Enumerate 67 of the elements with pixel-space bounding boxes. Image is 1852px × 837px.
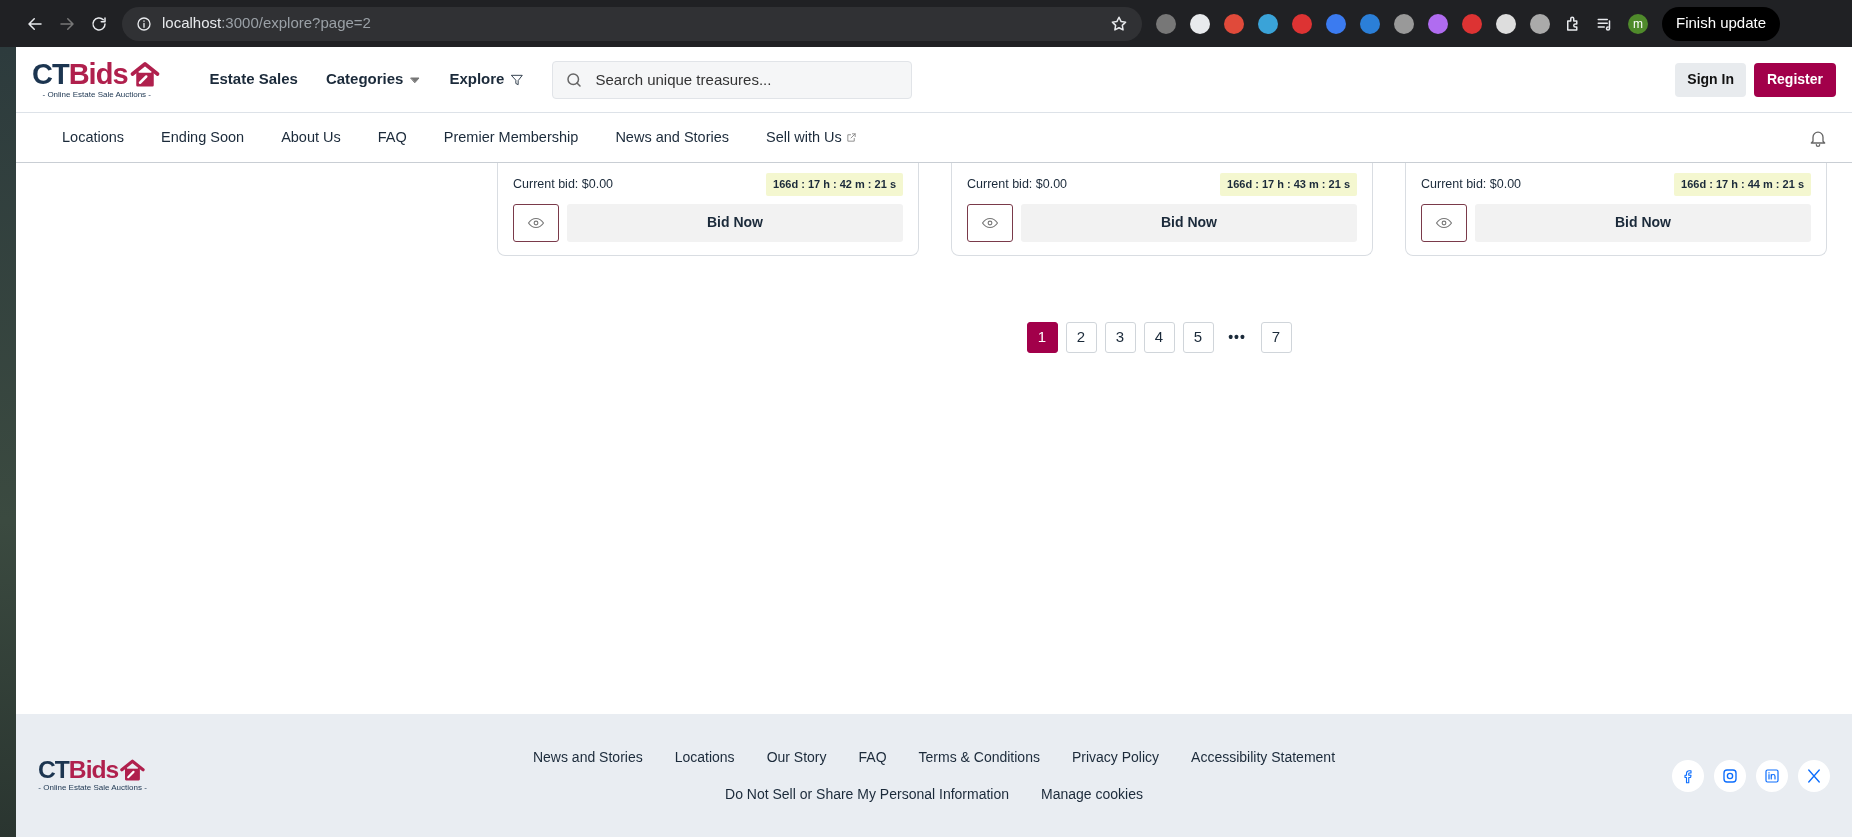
filter-icon — [510, 72, 525, 87]
extension-icon[interactable] — [1530, 13, 1550, 34]
watch-button[interactable] — [1421, 203, 1467, 242]
footer-link[interactable]: News and Stories — [532, 746, 643, 768]
page-button[interactable]: 2 — [1065, 322, 1097, 353]
subnav-link[interactable]: Sell with Us — [766, 126, 857, 149]
subnav-link[interactable]: FAQ — [377, 126, 407, 149]
subnav-link[interactable]: News and Stories — [615, 126, 729, 149]
page-button[interactable]: 4 — [1143, 322, 1175, 353]
countdown-timer: 166d : 17 h : 42 m : 21 s — [766, 173, 903, 196]
external-link-icon — [845, 132, 857, 143]
logo-wordmark[interactable]: CTBids — [38, 757, 119, 783]
search-icon — [565, 70, 584, 89]
countdown-timer: 166d : 17 h : 43 m : 21 s — [1220, 173, 1357, 196]
sign-in-button[interactable]: Sign In — [1675, 62, 1746, 97]
bid-now-button[interactable]: Bid Now — [567, 203, 903, 242]
social-link[interactable] — [1672, 759, 1704, 792]
extension-icon[interactable] — [1496, 13, 1516, 34]
reload-icon[interactable] — [90, 14, 108, 33]
footer-link[interactable]: Accessibility Statement — [1191, 746, 1336, 768]
star-icon[interactable] — [1110, 14, 1128, 33]
linkedin-icon — [1763, 766, 1781, 785]
page-button[interactable]: 5 — [1182, 322, 1214, 353]
update-button[interactable]: Finish update — [1662, 6, 1781, 41]
watch-button[interactable] — [513, 203, 559, 242]
social-link[interactable] — [1798, 759, 1830, 792]
social-link[interactable] — [1714, 759, 1746, 792]
page-button[interactable]: 7 — [1260, 322, 1292, 353]
x-logo-icon — [1805, 766, 1823, 785]
nav-menu-link[interactable]: Categories — [325, 68, 422, 91]
subnav-link[interactable]: About Us — [281, 126, 341, 149]
nav-menu-link[interactable]: Estate Sales — [209, 68, 298, 91]
bid-now-button[interactable]: Bid Now — [1021, 203, 1357, 242]
subnav-link[interactable]: Ending Soon — [161, 126, 245, 149]
footer-link[interactable]: Our Story — [766, 746, 827, 768]
info-icon — [136, 15, 152, 32]
countdown-timer: 166d : 17 h : 44 m : 21 s — [1674, 173, 1811, 196]
extension-icon[interactable] — [1258, 13, 1278, 34]
address-bar[interactable]: localhost:3000/explore?page=2 — [122, 6, 1142, 41]
current-bid: Current bid: $0.00 — [1421, 175, 1522, 193]
current-bid: Current bid: $0.00 — [513, 175, 614, 193]
nav-menu-link[interactable]: Explore — [449, 68, 525, 91]
search-input[interactable]: Search unique treasures... — [593, 61, 900, 98]
footer-link[interactable]: FAQ — [858, 746, 887, 768]
subnav-link[interactable]: Premier Membership — [443, 126, 579, 149]
pagination-ellipsis: ••• — [1227, 328, 1247, 347]
instagram-icon — [1721, 766, 1739, 785]
extension-icon[interactable] — [1394, 13, 1414, 34]
register-button[interactable]: Register — [1753, 62, 1836, 97]
footer-link[interactable]: Terms & Conditions — [918, 746, 1040, 768]
page-button[interactable]: 1 — [1026, 322, 1058, 353]
footer-link[interactable]: Privacy Policy — [1071, 746, 1160, 768]
extension-icon[interactable] — [1190, 13, 1210, 34]
logo-wordmark[interactable]: CTBids — [32, 59, 128, 89]
footer-link[interactable]: Do Not Sell or Share My Personal Information — [725, 783, 1010, 805]
footer-link[interactable]: Locations — [674, 746, 735, 768]
watch-button[interactable] — [967, 203, 1013, 242]
subnav-link[interactable]: Locations — [62, 126, 125, 149]
logo-tagline: - Online Estate Sale Auctions - — [38, 782, 148, 795]
logo-tagline: - Online Estate Sale Auctions - — [41, 88, 152, 101]
current-bid: Current bid: $0.00 — [967, 175, 1068, 193]
profile-avatar[interactable]: m — [1628, 13, 1648, 34]
search-field[interactable]: Search unique treasures... — [552, 60, 913, 99]
bid-now-button[interactable]: Bid Now — [1475, 203, 1811, 242]
footer-link[interactable]: Manage cookies — [1041, 783, 1143, 805]
url-text: localhost:3000/explore?page=2 — [162, 13, 372, 34]
page-button[interactable]: 3 — [1104, 322, 1136, 353]
